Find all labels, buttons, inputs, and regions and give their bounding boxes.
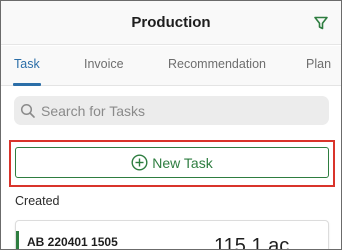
- plus-circle-icon: [131, 154, 148, 171]
- filter-icon: [314, 16, 328, 30]
- filter-button[interactable]: [311, 13, 331, 33]
- section-heading-created: Created: [15, 194, 60, 208]
- search-placeholder: Search for Tasks: [41, 102, 146, 119]
- search-icon: [20, 103, 36, 119]
- search-input[interactable]: Search for Tasks: [14, 96, 329, 125]
- app-screen: Production Task Invoice Recommendation P…: [0, 0, 342, 250]
- tab-plan[interactable]: Plan: [306, 57, 331, 71]
- tab-bar: Task Invoice Recommendation Plan: [1, 46, 341, 86]
- tab-task[interactable]: Task: [14, 57, 40, 71]
- new-task-label: New Task: [152, 154, 213, 171]
- active-tab-indicator: [13, 83, 41, 86]
- task-value: 115 1 ac: [214, 235, 290, 250]
- task-card[interactable]: AB 220401 1505 115 1 ac: [15, 220, 329, 250]
- tab-invoice[interactable]: Invoice: [84, 57, 124, 71]
- card-status-accent: [16, 231, 19, 249]
- new-task-button[interactable]: New Task: [15, 147, 329, 178]
- page-title: Production: [131, 14, 211, 31]
- tab-recommendation[interactable]: Recommendation: [168, 57, 266, 71]
- task-id: AB 220401 1505: [27, 235, 118, 249]
- top-bar: Production: [1, 1, 341, 45]
